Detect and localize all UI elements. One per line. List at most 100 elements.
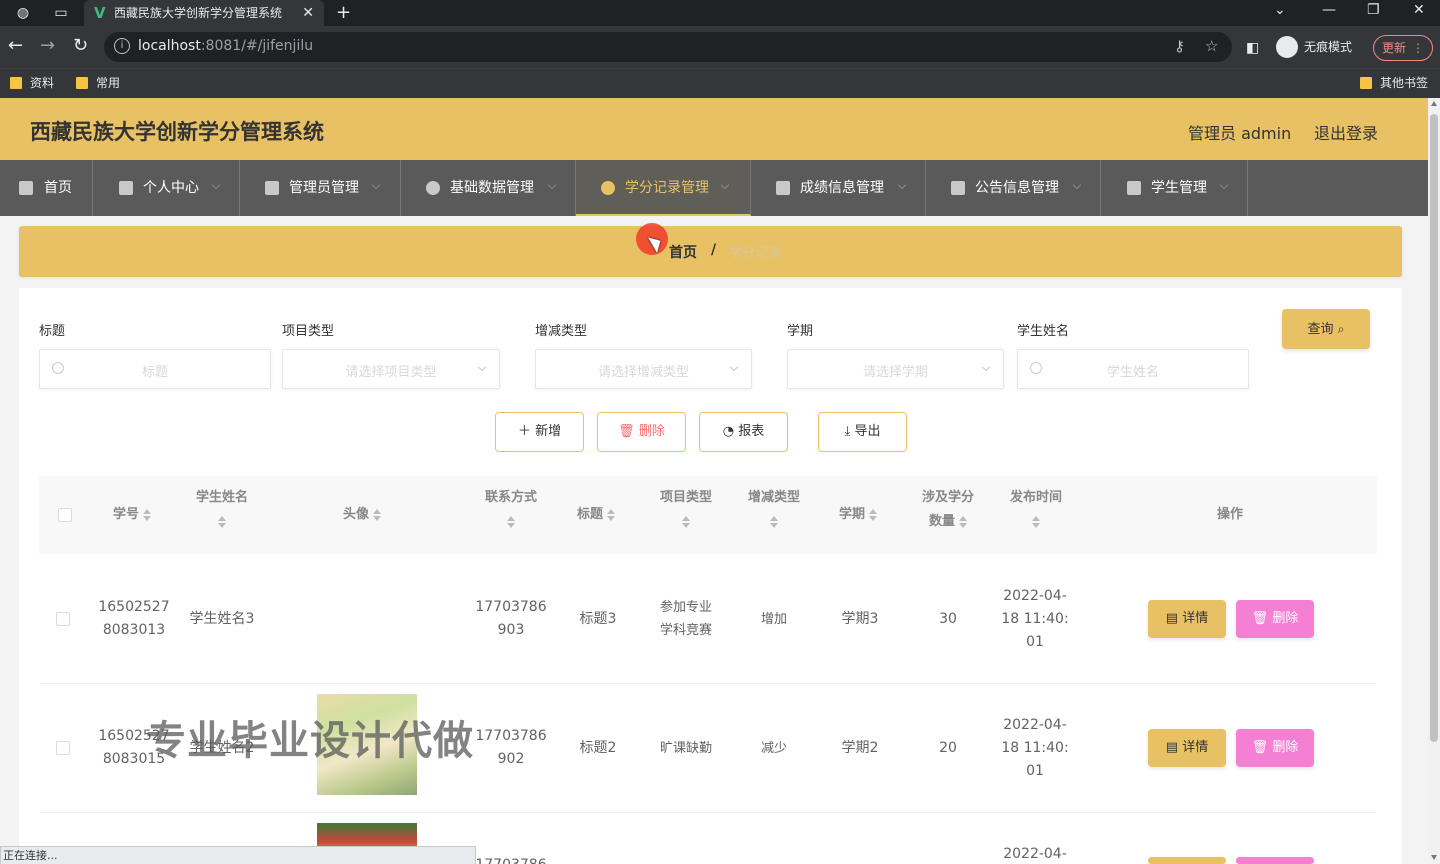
menu-item-students[interactable]: 学生管理 <box>1101 160 1248 216</box>
copy-icon <box>951 181 965 195</box>
breadcrumb: 首页 / 学分记录 <box>19 226 1402 277</box>
filter-label-term: 学期 <box>787 324 814 339</box>
row-divider <box>39 683 1377 684</box>
col-header-credits[interactable]: 涉及学分 数量 <box>906 486 990 534</box>
cell-student-no: 16502527 8083013 <box>98 599 170 638</box>
filter-label-change: 增减类型 <box>535 324 588 339</box>
logout-link[interactable]: 退出登录 <box>1314 120 1378 144</box>
query-button[interactable]: 查询 ⌕ <box>1282 309 1370 349</box>
chevron-down-icon <box>897 180 907 190</box>
student-name-input[interactable]: 学生姓名 <box>1017 349 1249 389</box>
back-icon[interactable]: ← <box>8 36 23 56</box>
row-checkbox[interactable] <box>56 741 70 755</box>
menu-item-notices[interactable]: 公告信息管理 <box>926 160 1101 216</box>
bookmark-folder-2[interactable]: 常用 <box>76 75 120 91</box>
cell-contact: 17703786 903 <box>475 599 547 638</box>
download-icon: ⤓ <box>844 424 851 439</box>
cell-title: 标题3 <box>579 611 617 627</box>
cell-contact: 17703786 <box>466 854 556 864</box>
delete-button[interactable] <box>1236 857 1314 864</box>
menu-item-profile[interactable]: 个人中心 <box>93 160 240 216</box>
detail-button[interactable] <box>1148 857 1226 864</box>
url-input[interactable]: i localhost:8081/#/jifenjilu ⚷ ☆ <box>104 32 1232 62</box>
incognito-indicator[interactable]: 无痕模式 <box>1276 34 1352 60</box>
detail-button[interactable]: ▤ 详情 <box>1148 729 1226 767</box>
window-close-icon[interactable]: ✕ <box>1413 2 1425 18</box>
forward-icon[interactable]: → <box>40 36 55 56</box>
col-header-change-type[interactable]: 增减类型 <box>732 486 816 534</box>
change-type-select[interactable]: 请选择增减类型 <box>535 349 752 389</box>
site-info-icon[interactable]: i <box>114 38 130 54</box>
col-header-title[interactable]: 标题 <box>560 503 632 527</box>
clock-icon <box>426 181 440 195</box>
bookmark-star-icon[interactable]: ☆ <box>1205 37 1218 55</box>
reload-icon[interactable]: ↻ <box>73 36 88 56</box>
side-panel-icon[interactable]: ◧ <box>1246 38 1259 58</box>
term-select[interactable]: 请选择学期 <box>787 349 1004 389</box>
url-path: :8081/#/jifenjilu <box>200 38 314 54</box>
grid-icon <box>265 181 279 195</box>
detail-button[interactable]: ▤ 详情 <box>1148 600 1226 638</box>
minimize-icon[interactable]: — <box>1322 2 1336 18</box>
chart-icon <box>776 181 790 195</box>
menu-item-grades[interactable]: 成绩信息管理 <box>751 160 926 216</box>
select-all-checkbox[interactable] <box>58 508 72 522</box>
folder-icon <box>10 77 22 89</box>
folder-icon <box>1360 77 1372 89</box>
menu-item-home[interactable]: 首页 <box>0 160 93 216</box>
col-header-contact[interactable]: 联系方式 <box>466 486 556 534</box>
menu-item-basic-data[interactable]: 基础数据管理 <box>401 160 576 216</box>
restore-icon[interactable]: ❐ <box>1367 2 1380 18</box>
tab-search-icon[interactable]: ▭ <box>52 4 70 22</box>
system-title: 西藏民族大学创新学分管理系统 <box>30 120 324 144</box>
sort-icon <box>373 508 381 521</box>
delete-button[interactable]: 🗑 删除 <box>1236 729 1314 767</box>
col-header-publish-time[interactable]: 发布时间 <box>994 486 1078 534</box>
sort-icon <box>682 515 690 528</box>
breadcrumb-home[interactable]: 首页 <box>669 242 697 262</box>
cell-title: 标题2 <box>579 740 617 756</box>
bookmark-folder-1[interactable]: 资料 <box>10 75 54 91</box>
col-header-avatar[interactable]: 头像 <box>330 503 394 527</box>
cell-project-type: 旷课缺勤 <box>659 741 712 756</box>
app-header: 西藏民族大学创新学分管理系统 管理员 admin 退出登录 <box>0 98 1428 160</box>
key-icon[interactable]: ⚷ <box>1174 37 1185 55</box>
scrollbar-thumb[interactable] <box>1430 114 1438 742</box>
col-header-student-no[interactable]: 学号 <box>100 503 164 527</box>
sort-icon <box>1032 515 1040 528</box>
chevron-down-icon <box>1072 180 1082 190</box>
cell-contact: 17703786 902 <box>475 728 547 767</box>
add-button[interactable]: ＋ 新增 <box>495 412 584 452</box>
url-host: localhost <box>138 38 201 54</box>
col-header-project-type[interactable]: 项目类型 <box>644 486 728 534</box>
filter-label-title: 标题 <box>39 324 66 339</box>
project-type-select[interactable]: 请选择项目类型 <box>282 349 500 389</box>
menu-item-admin[interactable]: 管理员管理 <box>240 160 401 216</box>
col-header-term[interactable]: 学期 <box>826 503 890 527</box>
chrome-menu-icon[interactable]: ◍ <box>14 4 32 22</box>
row-divider <box>39 812 1377 813</box>
chevron-down-icon <box>547 180 557 190</box>
chevron-down-icon <box>720 180 730 190</box>
tab-list-icon[interactable]: ⌄ <box>1274 2 1286 18</box>
menu-item-credit-records[interactable]: 学分记录管理 <box>576 160 751 216</box>
scroll-up-icon[interactable] <box>1431 101 1437 106</box>
export-button[interactable]: ⤓ 导出 <box>818 412 907 452</box>
title-search-input[interactable]: 标题 <box>39 349 271 389</box>
cell-student-name: 学生姓名3 <box>189 611 255 627</box>
delete-button[interactable]: 🗑 删除 <box>1236 600 1314 638</box>
batch-delete-button[interactable]: 🗑 删除 <box>597 412 686 452</box>
tab-close-icon[interactable]: ✕ <box>302 0 314 26</box>
other-bookmarks[interactable]: 其他书签 <box>1360 75 1428 91</box>
filter-label-type: 项目类型 <box>282 324 335 339</box>
update-button[interactable]: 更新 ⋮ <box>1373 35 1433 61</box>
col-header-student-name[interactable]: 学生姓名 <box>180 486 264 534</box>
folder-icon <box>76 77 88 89</box>
row-checkbox[interactable] <box>56 612 70 626</box>
browser-tab[interactable]: V 西藏民族大学创新学分管理系统 ✕ <box>84 0 324 26</box>
new-tab-icon[interactable]: + <box>336 2 351 23</box>
scroll-down-icon[interactable] <box>1431 855 1437 860</box>
pie-chart-icon: ◔ <box>722 424 735 439</box>
incognito-icon <box>1276 36 1298 58</box>
report-button[interactable]: ◔ 报表 <box>699 412 788 452</box>
